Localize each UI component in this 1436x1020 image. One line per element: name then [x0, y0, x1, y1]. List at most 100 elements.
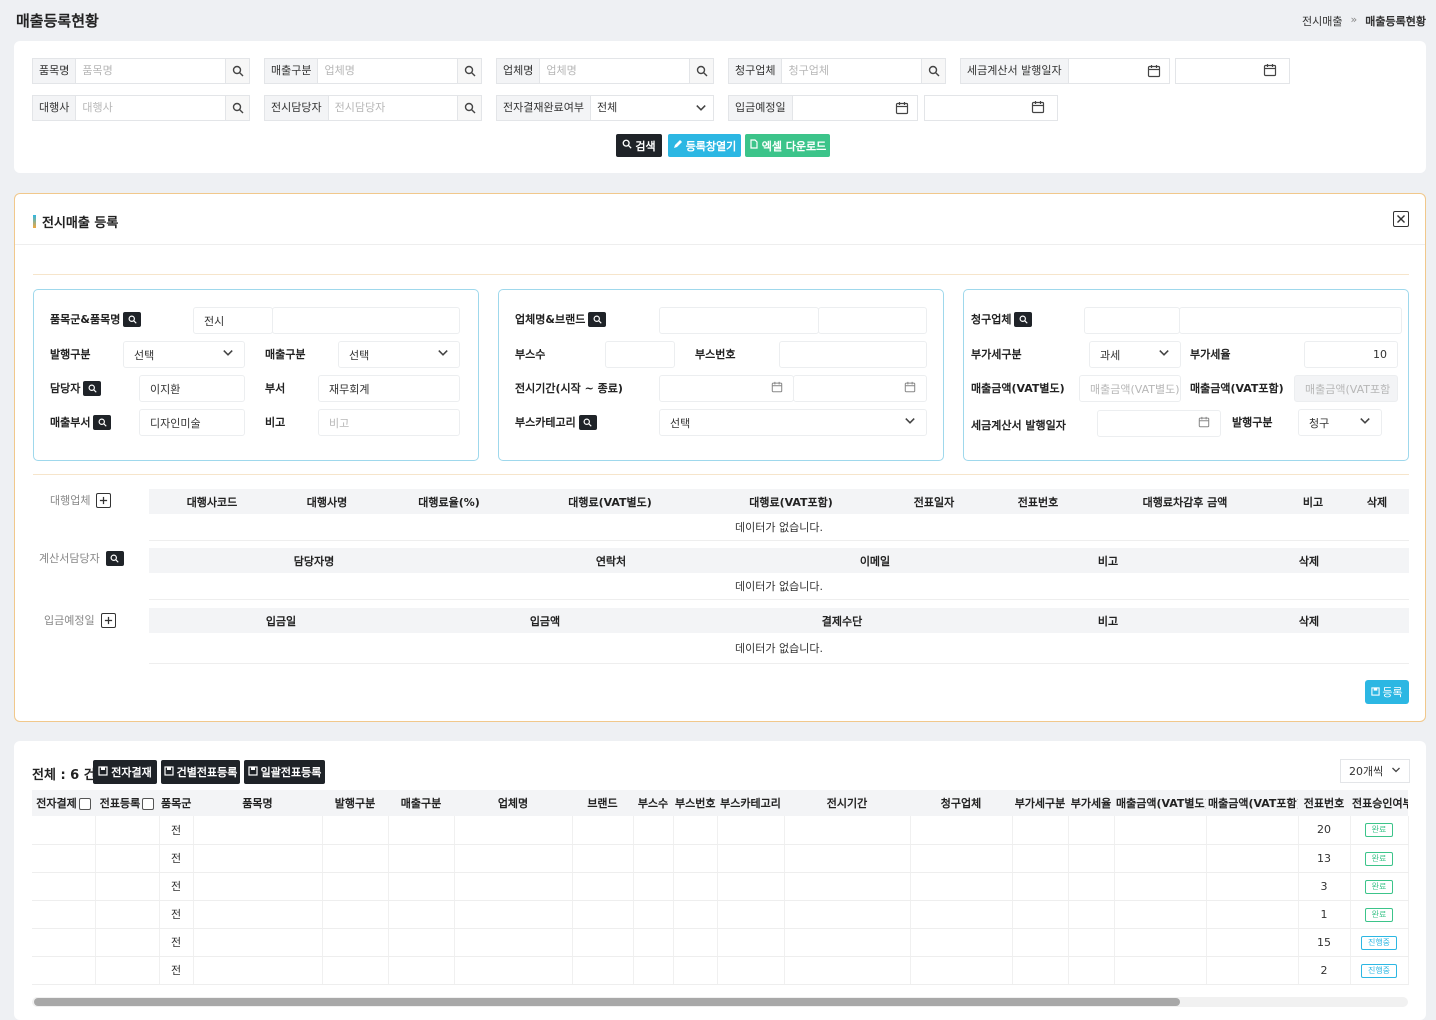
search-icon[interactable] [105, 550, 124, 566]
issue-type-select[interactable]: 청구 [1298, 409, 1382, 436]
calendar-icon[interactable] [1263, 63, 1277, 80]
table-row[interactable]: 전 1 완료 [32, 900, 1409, 929]
add-icon[interactable] [96, 492, 112, 508]
add-icon[interactable] [100, 612, 116, 628]
register-title-text: 전시매출 등록 [42, 216, 119, 231]
tax-date-end[interactable] [1175, 58, 1290, 84]
calendar-icon[interactable] [1139, 59, 1169, 83]
breadcrumb-item[interactable]: 전시매출 [1302, 13, 1342, 29]
search-icon[interactable] [457, 59, 481, 83]
issue-type-select[interactable]: 선택 [123, 341, 245, 368]
search-icon[interactable] [689, 59, 713, 83]
table-cell [1068, 844, 1115, 873]
tax-date-input[interactable] [1097, 410, 1221, 437]
single-voucher-button[interactable]: 건별전표등록 [161, 760, 240, 784]
table-cell [322, 956, 389, 985]
table-cell [322, 928, 389, 957]
select-value: 선택 [670, 416, 691, 430]
exhibit-manager-input[interactable]: 전시담당자 [329, 96, 457, 120]
horizontal-scrollbar[interactable] [32, 997, 1408, 1007]
vat-rate-input[interactable]: 10 [1304, 341, 1398, 368]
select-all-checkbox[interactable] [142, 798, 155, 810]
search-button[interactable]: 검색 [616, 134, 662, 157]
period-end[interactable] [793, 375, 927, 402]
search-icon[interactable] [83, 380, 102, 396]
period-start[interactable] [659, 375, 794, 402]
scrollbar-thumb[interactable] [34, 998, 1180, 1006]
booth-count-input[interactable] [605, 341, 675, 368]
tax-date-start[interactable]: 세금계산서 발행일자 [960, 58, 1170, 84]
issue-type-label: 발행구분 [50, 348, 91, 361]
submit-register-button[interactable]: 등록 [1365, 680, 1409, 704]
deposit-table: 입금일 입금액 결제수단 비고 삭제 데이터가 없습니다. [149, 608, 1409, 664]
booth-no-input[interactable] [779, 341, 927, 368]
bulk-voucher-button[interactable]: 일괄전표등록 [244, 760, 325, 784]
close-icon[interactable] [1393, 211, 1409, 227]
column-header: 담당자명 [149, 548, 479, 573]
column-header: 입금일 [149, 608, 413, 633]
table-row[interactable]: 전 20 완료 [32, 816, 1409, 845]
label-text: 담당자 [50, 382, 81, 395]
excel-download-button[interactable]: 엑셀 다운로드 [745, 134, 830, 157]
deposit-date-start[interactable]: 입금예정일 [728, 95, 918, 121]
label-text: 업체명&브랜드 [515, 313, 586, 326]
search-icon[interactable] [93, 414, 112, 430]
table-cell [572, 816, 634, 845]
search-icon[interactable] [457, 96, 481, 120]
table-cell [633, 956, 674, 985]
item-name-input[interactable]: 품목명 [76, 59, 225, 83]
open-register-button[interactable]: 등록창열기 [668, 134, 741, 157]
vat-rate-label: 부가세율 [1190, 348, 1231, 361]
table-cell [673, 844, 718, 873]
search-icon[interactable] [1014, 311, 1033, 327]
table-row[interactable]: 전 15 진행중 [32, 928, 1409, 957]
table-cell [1206, 928, 1299, 957]
vat-type-select[interactable]: 과세 [1089, 341, 1181, 368]
calendar-icon[interactable] [1031, 100, 1045, 117]
search-icon[interactable] [588, 311, 607, 327]
page-size-select[interactable]: 20개씩 [1340, 759, 1410, 783]
search-icon[interactable] [578, 414, 597, 430]
cell-approval-status: 완료 [1350, 872, 1409, 901]
search-icon[interactable] [225, 96, 249, 120]
e-approval-button[interactable]: 전자결재 [93, 760, 157, 784]
ecomplete-select[interactable]: 전자결재완료여부 전체 [496, 95, 714, 121]
amount-ex-vat-label: 매출금액(VAT별도) [971, 382, 1065, 395]
calendar-icon[interactable] [887, 96, 917, 120]
search-icon[interactable] [921, 59, 945, 83]
table-cell [633, 900, 674, 929]
search-icon[interactable] [225, 59, 249, 83]
deposit-date-end[interactable] [924, 95, 1058, 121]
table-cell [95, 956, 160, 985]
table-cell [910, 816, 1013, 845]
agency-input[interactable]: 대행사 [76, 96, 225, 120]
chevron-down-icon[interactable] [689, 96, 713, 120]
divider [33, 474, 1409, 475]
table-cell [1012, 844, 1069, 873]
label-text: 매출부서 [50, 416, 91, 429]
excel-download-label: 엑셀 다운로드 [761, 139, 827, 153]
select-value: 청구 [1309, 416, 1330, 430]
search-field-company: 업체명 업체명 [496, 58, 714, 84]
search-icon[interactable] [123, 311, 142, 327]
cell-item-group: 전 [159, 816, 194, 845]
cell-item-group: 전 [159, 956, 194, 985]
column-header: 비고 [1007, 608, 1209, 633]
amount-ex-vat-input[interactable]: 매출금액(VAT별도) [1079, 375, 1181, 402]
cell-approval-status: 완료 [1350, 900, 1409, 929]
booth-category-select[interactable]: 선택 [659, 409, 927, 436]
note-input[interactable]: 비고 [318, 409, 460, 436]
table-cell [388, 816, 455, 845]
table-row[interactable]: 전 3 완료 [32, 872, 1409, 901]
table-row[interactable]: 전 13 완료 [32, 844, 1409, 873]
select-all-checkbox[interactable] [78, 798, 91, 810]
amount-in-vat-label: 매출금액(VAT포함) [1190, 382, 1284, 395]
sales-type-input[interactable]: 업체명 [318, 59, 457, 83]
table-row[interactable]: 전 2 진행중 [32, 956, 1409, 985]
sales-type-select[interactable]: 선택 [338, 341, 460, 368]
billing-company-input[interactable]: 청구업체 [782, 59, 921, 83]
column-header: 부스수 [633, 790, 673, 816]
company-input[interactable]: 업체명 [540, 59, 689, 83]
empty-message: 데이터가 없습니다. [149, 573, 1409, 600]
table-cell [454, 900, 573, 929]
